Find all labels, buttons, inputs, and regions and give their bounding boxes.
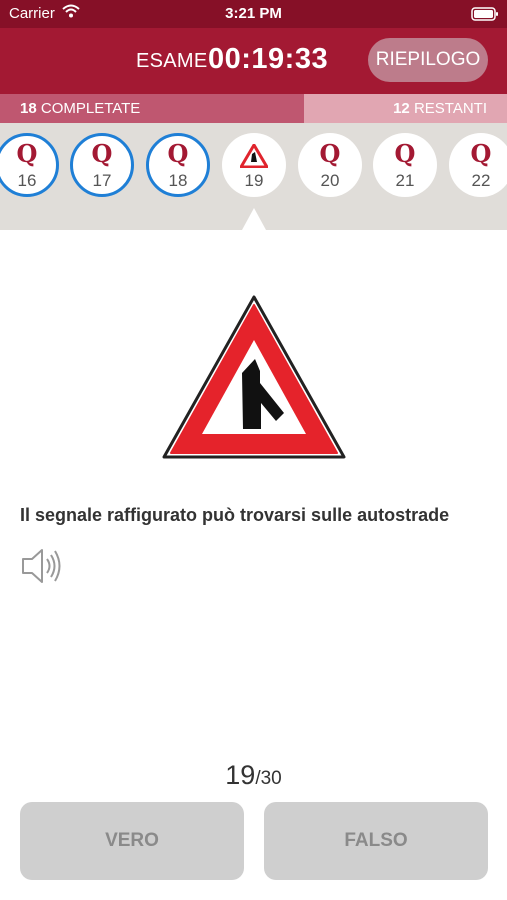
question-bubble-19[interactable]: 19	[222, 133, 286, 197]
question-bubble-17[interactable]: Q 17	[70, 133, 134, 197]
question-letter: Q	[16, 139, 38, 168]
question-number: 17	[92, 171, 112, 190]
completed-label: COMPLETATE	[40, 100, 141, 117]
question-counter: 19/30	[0, 760, 507, 791]
question-letter: Q	[394, 139, 416, 168]
question-bubble-22[interactable]: Q 22	[449, 133, 507, 197]
question-bubble-18[interactable]: Q 18	[146, 133, 210, 197]
exam-timer: 00:19:33	[208, 43, 329, 75]
question-bubble-21[interactable]: Q 21	[373, 133, 437, 197]
false-button[interactable]: FALSO	[264, 802, 488, 880]
question-number: 19	[244, 171, 264, 190]
true-button[interactable]: VERO	[20, 802, 244, 880]
question-number: 16	[17, 171, 37, 190]
summary-button[interactable]: RIEPILOGO	[368, 38, 488, 82]
clock: 3:21 PM	[225, 5, 282, 22]
battery-icon	[471, 7, 499, 25]
exam-header: ESAME 00:19:33 RIEPILOGO	[0, 28, 507, 94]
question-number: 21	[395, 171, 415, 190]
merging-traffic-sign-icon	[160, 293, 348, 468]
question-number: 20	[320, 171, 340, 190]
question-bubble-16[interactable]: Q 16	[0, 133, 59, 197]
question-text: Il segnale raffigurato può trovarsi sull…	[20, 505, 450, 525]
completed-count: 18	[20, 100, 37, 117]
question-number: 18	[168, 171, 188, 190]
question-bubble-20[interactable]: Q 20	[298, 133, 362, 197]
remaining-counter: 12 RESTANTI	[393, 100, 487, 117]
question-letter: Q	[91, 139, 113, 168]
speaker-icon[interactable]	[20, 545, 62, 592]
question-letter: Q	[319, 139, 341, 168]
progress-bar: 18 COMPLETATE 12 RESTANTI	[0, 94, 507, 123]
exam-label: ESAME	[136, 50, 208, 72]
remaining-count: 12	[393, 100, 410, 117]
completed-counter: 18 COMPLETATE	[20, 100, 140, 117]
question-letter: Q	[470, 139, 492, 168]
question-letter: Q	[167, 139, 189, 168]
status-bar: Carrier 3:21 PM	[0, 0, 507, 28]
total-questions: /30	[255, 768, 282, 789]
current-question-number: 19	[225, 760, 256, 790]
road-sign-icon	[239, 143, 269, 173]
current-question-pointer	[242, 208, 266, 230]
question-number: 22	[471, 171, 491, 190]
remaining-label: RESTANTI	[413, 100, 487, 117]
